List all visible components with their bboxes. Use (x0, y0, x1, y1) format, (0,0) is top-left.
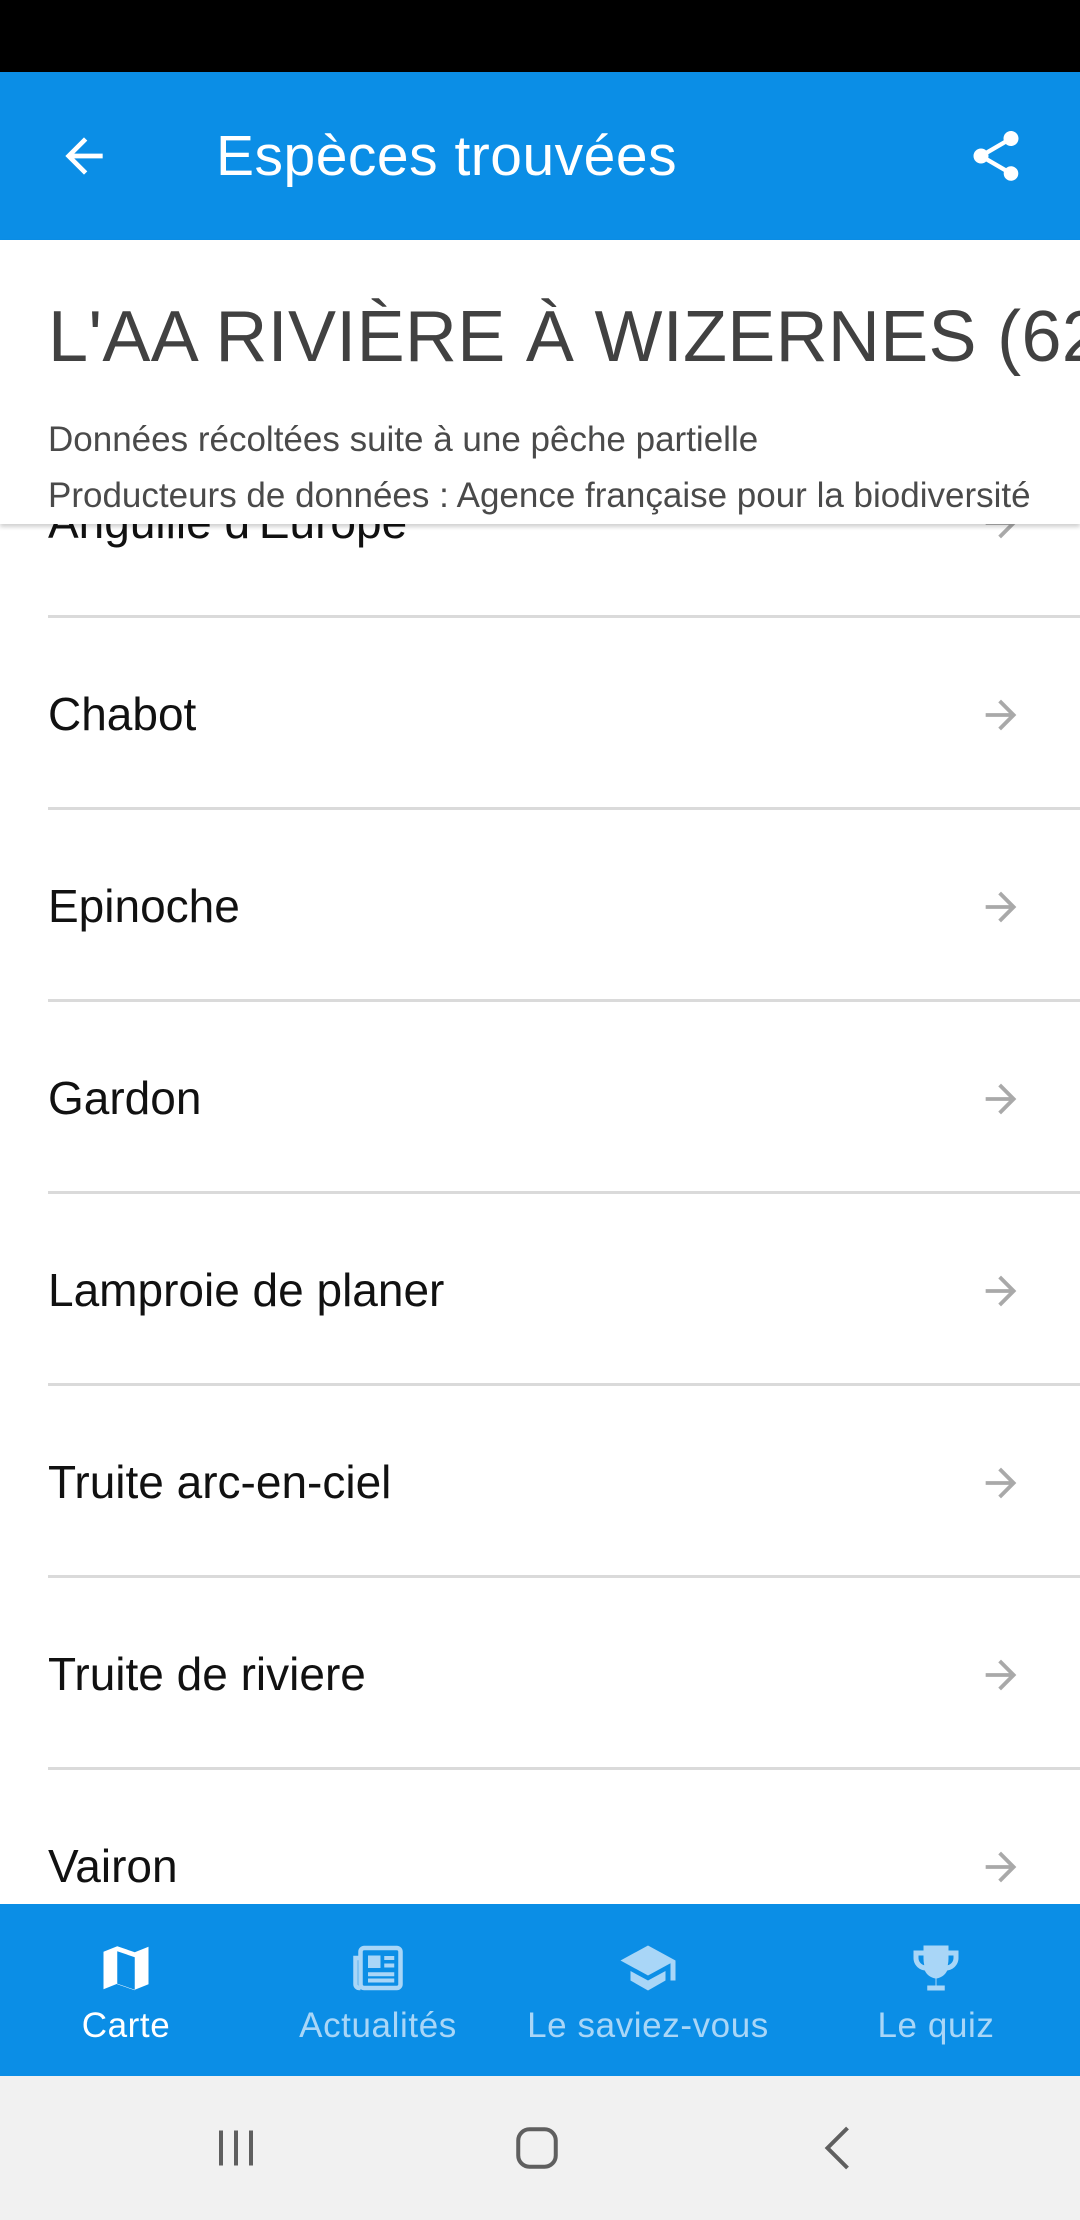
nav-tab-actualites[interactable]: Actualités (252, 1904, 504, 2076)
arrow-forward-icon (985, 524, 1016, 539)
nav-tab-le-saviez-vous[interactable]: Le saviez-vous (504, 1904, 792, 2076)
species-name: Chabot (48, 688, 197, 740)
recents-icon[interactable] (206, 2118, 266, 2178)
species-name: Vairon (48, 1840, 178, 1892)
data-description: Données récoltées suite à une pêche part… (48, 420, 759, 459)
arrow-forward-icon (985, 891, 1017, 923)
species-name: Lamproie de planer (48, 1264, 445, 1316)
nav-label-actualites: Actualités (299, 2006, 457, 2045)
newspaper-icon (353, 1945, 403, 1991)
bottom-navigation: Carte Actualités Le saviez-vous Le quiz (0, 1904, 1080, 2076)
species-name: Anguille d'Europe (48, 524, 407, 618)
share-button[interactable] (952, 112, 1040, 200)
species-name: Truite arc-en-ciel (48, 1456, 392, 1508)
species-row[interactable]: Lamproie de planer (48, 1194, 1080, 1386)
nav-tab-le-quiz[interactable]: Le quiz (792, 1904, 1080, 2076)
species-name: Epinoche (48, 880, 240, 932)
species-row[interactable]: Chabot (48, 618, 1080, 810)
arrow-forward-icon (985, 699, 1017, 731)
system-back-icon[interactable] (810, 2118, 870, 2178)
arrow-forward-icon (985, 1083, 1017, 1115)
app-bar: Espèces trouvées (0, 72, 1080, 240)
arrow-forward-icon (985, 1467, 1017, 1499)
arrow-forward-icon (985, 1275, 1017, 1307)
nav-label-carte: Carte (81, 2006, 171, 2045)
nav-tab-carte[interactable]: Carte (0, 1904, 252, 2076)
species-row[interactable]: Gardon (48, 1002, 1080, 1194)
status-bar (0, 0, 1080, 72)
graduation-cap-icon (620, 1945, 676, 1991)
arrow-back-icon (65, 137, 103, 175)
species-row[interactable]: Truite de riviere (48, 1578, 1080, 1770)
species-row[interactable]: Epinoche (48, 810, 1080, 1002)
map-icon (103, 1946, 149, 1991)
share-icon (973, 131, 1019, 181)
species-name: Gardon (48, 1072, 202, 1124)
species-list[interactable]: Anguille d'Europe Chabot Epinoche Gardon… (0, 524, 1080, 1904)
station-header: L'AA RIVIÈRE À WIZERNES (62) Données réc… (0, 240, 1080, 524)
trophy-icon (913, 1945, 959, 1991)
home-icon[interactable] (507, 2118, 567, 2178)
species-name: Truite de riviere (48, 1648, 366, 1700)
page-title: Espèces trouvées (216, 124, 678, 188)
nav-label-le-quiz: Le quiz (877, 2006, 995, 2045)
species-row[interactable]: Anguille d'Europe (48, 524, 1080, 618)
nav-label-le-saviez-vous: Le saviez-vous (527, 2006, 769, 2045)
station-name: L'AA RIVIÈRE À WIZERNES (62) (48, 297, 1080, 377)
back-button[interactable] (40, 112, 128, 200)
species-row[interactable]: Truite arc-en-ciel (48, 1386, 1080, 1578)
data-producers: Producteurs de données : Agence français… (48, 476, 1031, 515)
species-row[interactable]: Vairon (48, 1770, 1080, 1904)
arrow-forward-icon (985, 1659, 1017, 1691)
system-navigation-bar (0, 2076, 1080, 2220)
arrow-forward-icon (985, 1851, 1017, 1883)
